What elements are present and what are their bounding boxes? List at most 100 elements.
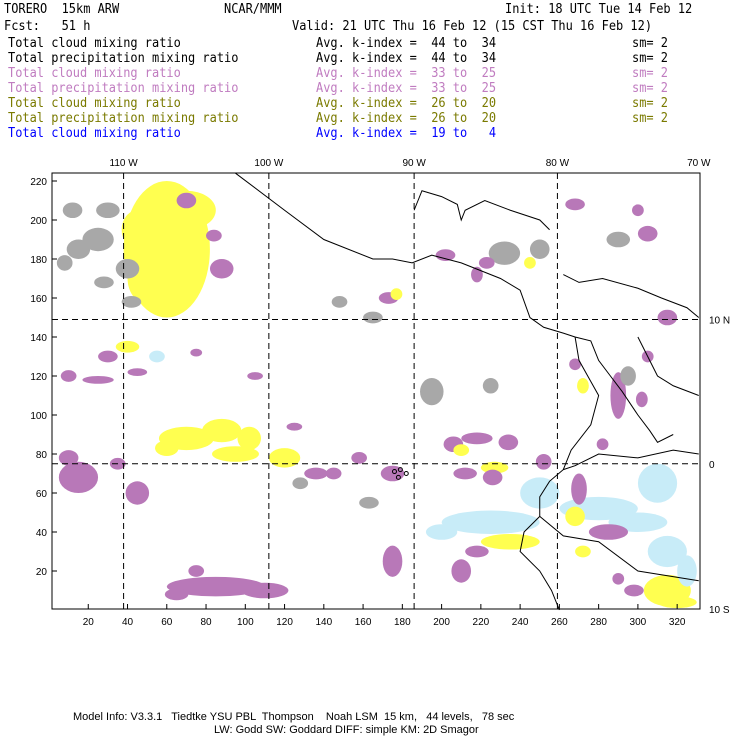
x-tick-label: 120 xyxy=(276,617,293,628)
field-purple xyxy=(351,452,367,464)
field-gray xyxy=(292,477,309,490)
field-yellow xyxy=(268,448,301,468)
field-purple xyxy=(164,588,189,601)
field-purple xyxy=(465,545,489,558)
y-tick-label: 40 xyxy=(36,528,48,539)
field-purple xyxy=(382,545,403,577)
field-purple xyxy=(571,473,587,505)
field-purple xyxy=(125,481,150,505)
field-purple xyxy=(304,467,328,480)
field-purple xyxy=(58,461,99,493)
coastline xyxy=(413,190,550,231)
x-tick-label: 300 xyxy=(630,617,647,628)
x-tick-label: 40 xyxy=(122,617,134,628)
footer-model-info: Model Info: V3.3.1 Tiedtke YSU PBL Thomp… xyxy=(73,711,515,723)
x-tick-label: 240 xyxy=(512,617,529,628)
field-gray xyxy=(115,259,140,279)
field-purple xyxy=(461,432,493,445)
y-tick-label: 60 xyxy=(36,489,48,500)
field-purple xyxy=(209,259,234,279)
x-tick-label: 200 xyxy=(433,617,450,628)
field-gray xyxy=(359,496,379,509)
field-purple xyxy=(453,467,477,480)
field-yellow xyxy=(202,418,242,443)
field-gray xyxy=(96,202,120,219)
field-yellow xyxy=(565,506,585,527)
field-yellow xyxy=(390,288,403,300)
y-tick-label: 140 xyxy=(30,333,47,344)
field-lightblue xyxy=(637,463,678,503)
field-lightblue xyxy=(677,555,697,587)
field-purple xyxy=(241,582,289,599)
field-purple xyxy=(596,438,609,451)
longitude-label: 80 W xyxy=(546,158,570,169)
x-tick-label: 20 xyxy=(83,617,95,628)
field-purple xyxy=(635,391,648,408)
field-purple xyxy=(247,372,263,380)
field-yellow xyxy=(524,257,536,269)
field-purple xyxy=(286,422,303,431)
x-tick-label: 260 xyxy=(551,617,568,628)
coastline xyxy=(563,449,699,471)
longitude-label: 110 W xyxy=(110,158,139,169)
y-tick-label: 20 xyxy=(36,567,48,578)
field-yellow xyxy=(453,444,470,456)
field-gray xyxy=(482,377,499,394)
longitude-label: 70 W xyxy=(687,158,711,169)
x-tick-label: 80 xyxy=(200,617,212,628)
field-purple xyxy=(325,467,342,480)
map-chart: 20 40 60 80 100 120 140 160 180 200 220 240 260 280 30… xyxy=(30,158,730,628)
field-gray xyxy=(62,202,83,219)
field-purple xyxy=(482,469,503,486)
y-tick-label: 120 xyxy=(30,372,47,383)
x-tick-label: 160 xyxy=(355,617,372,628)
x-tick-label: 280 xyxy=(590,617,607,628)
longitude-label: 100 W xyxy=(254,158,283,169)
x-tick-label: 320 xyxy=(669,617,686,628)
field-purple xyxy=(98,350,118,363)
field-purple xyxy=(624,584,644,597)
field-yellow xyxy=(575,545,591,558)
field-gray xyxy=(363,311,383,324)
field-purple xyxy=(657,309,678,326)
field-gray xyxy=(121,296,142,308)
field-purple xyxy=(188,565,205,577)
coastline xyxy=(235,172,674,443)
field-purple xyxy=(632,204,644,217)
y-tick-label: 180 xyxy=(30,255,47,266)
footer-physics: LW: Godd SW: Goddard DIFF: simple KM: 2D… xyxy=(214,724,479,736)
field-lightblue xyxy=(425,524,458,540)
field-gray xyxy=(529,239,550,259)
x-tick-label: 100 xyxy=(237,617,254,628)
field-gray xyxy=(420,377,444,406)
field-gray xyxy=(606,231,631,248)
latitude-label: 0 xyxy=(709,460,715,471)
field-yellow xyxy=(121,210,154,250)
field-purple xyxy=(498,434,519,451)
x-tick-label: 180 xyxy=(394,617,411,628)
field-purple xyxy=(127,368,148,376)
field-purple xyxy=(206,229,222,242)
field-purple xyxy=(588,524,629,540)
field-purple xyxy=(451,559,472,583)
field-gray xyxy=(56,255,73,271)
y-tick-label: 80 xyxy=(36,450,48,461)
field-purple xyxy=(637,225,658,242)
coastline xyxy=(563,274,700,318)
longitude-label: 90 W xyxy=(402,158,426,169)
field-gray xyxy=(94,276,114,289)
field-gray xyxy=(331,296,348,308)
y-tick-label: 160 xyxy=(30,294,47,305)
field-purple xyxy=(478,257,495,269)
latitude-label: 10 S xyxy=(709,605,730,616)
field-purple xyxy=(612,572,625,585)
field-yellow xyxy=(155,440,179,456)
y-tick-label: 220 xyxy=(30,177,47,188)
coastline xyxy=(637,336,699,396)
field-purple xyxy=(535,454,552,470)
field-yellow xyxy=(115,340,140,353)
x-tick-label: 60 xyxy=(161,617,173,628)
field-yellow xyxy=(211,446,260,462)
field-purple xyxy=(60,370,77,382)
y-tick-label: 100 xyxy=(30,411,47,422)
